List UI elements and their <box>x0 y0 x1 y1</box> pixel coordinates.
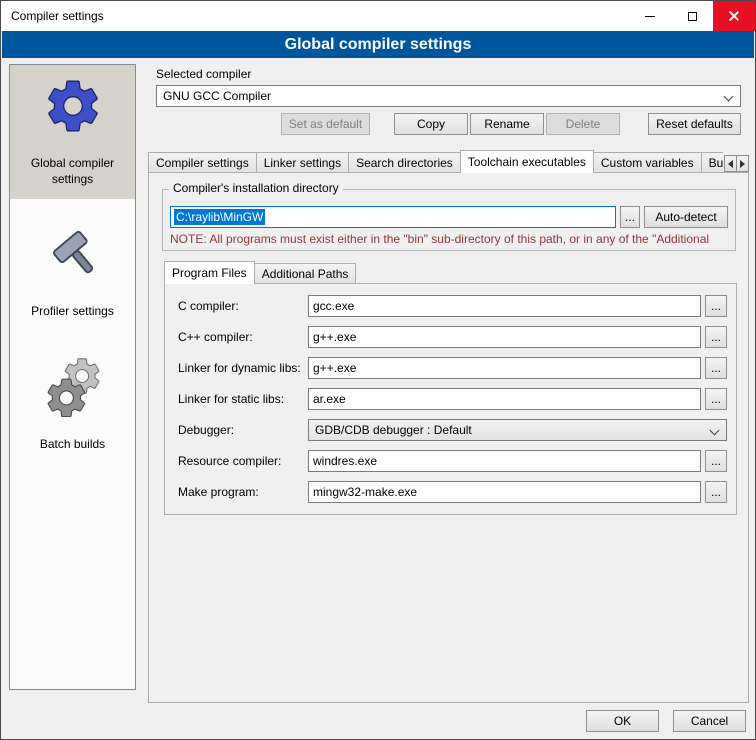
main-content: Selected compiler GNU GCC Compiler Set a… <box>148 63 749 703</box>
c-compiler-label: C compiler: <box>178 299 308 313</box>
delete-button[interactable]: Delete <box>546 113 620 135</box>
tab-toolchain-executables[interactable]: Toolchain executables <box>460 150 594 173</box>
installation-directory-browse-button[interactable]: ... <box>620 206 640 228</box>
selected-compiler-dropdown[interactable]: GNU GCC Compiler <box>156 85 741 107</box>
ok-button[interactable]: OK <box>586 710 659 732</box>
installation-directory-input[interactable]: C:\raylib\MinGW <box>170 206 616 228</box>
minimize-icon <box>645 16 655 17</box>
maximize-icon <box>688 12 697 21</box>
tab-program-files[interactable]: Program Files <box>164 261 255 284</box>
cpp-compiler-browse-button[interactable]: ... <box>705 326 727 348</box>
make-program-value: mingw32-make.exe <box>313 485 417 499</box>
resource-compiler-value: windres.exe <box>313 454 377 468</box>
sidebar-item-profiler-settings[interactable]: Profiler settings <box>10 213 135 331</box>
debugger-row: Debugger: GDB/CDB debugger : Default <box>178 419 727 441</box>
c-compiler-browse-button[interactable]: ... <box>705 295 727 317</box>
tab-compiler-settings[interactable]: Compiler settings <box>148 152 257 173</box>
sidebar-item-label: Batch builds <box>40 436 105 452</box>
page-title: Global compiler settings <box>285 36 472 54</box>
installation-directory-row: C:\raylib\MinGW ... Auto-detect <box>170 206 728 228</box>
close-icon <box>728 10 740 22</box>
cancel-button[interactable]: Cancel <box>673 710 746 732</box>
c-compiler-value: gcc.exe <box>313 299 354 313</box>
blue-gear-icon <box>40 73 106 139</box>
cpp-compiler-label: C++ compiler: <box>178 330 308 344</box>
chevron-down-icon <box>724 92 734 102</box>
sidebar: Global compiler settings Profiler settin… <box>9 64 136 690</box>
dynamic-linker-row: Linker for dynamic libs: g++.exe ... <box>178 357 727 379</box>
installation-directory-caption: Compiler's installation directory <box>169 181 343 195</box>
maximize-button[interactable] <box>671 1 713 31</box>
selected-compiler-value: GNU GCC Compiler <box>163 89 271 103</box>
resource-compiler-input[interactable]: windres.exe <box>308 450 701 472</box>
arrow-left-icon <box>728 160 733 168</box>
bin-subdirectory-note: NOTE: All programs must exist either in … <box>170 232 734 246</box>
debugger-dropdown[interactable]: GDB/CDB debugger : Default <box>308 419 727 441</box>
make-program-browse-button[interactable]: ... <box>705 481 727 503</box>
make-program-row: Make program: mingw32-make.exe ... <box>178 481 727 503</box>
program-files-panel: C compiler: gcc.exe ... C++ compiler: g+… <box>164 283 737 515</box>
close-button[interactable] <box>713 1 755 31</box>
arrow-right-icon <box>740 160 745 168</box>
installation-directory-value: C:\raylib\MinGW <box>174 209 265 225</box>
resource-compiler-label: Resource compiler: <box>178 454 308 468</box>
dynamic-linker-input[interactable]: g++.exe <box>308 357 701 379</box>
static-linker-label: Linker for static libs: <box>178 392 308 406</box>
cpp-compiler-input[interactable]: g++.exe <box>308 326 701 348</box>
minimize-button[interactable] <box>629 1 671 31</box>
sidebar-item-batch-builds[interactable]: Batch builds <box>10 346 135 464</box>
caption-buttons <box>629 1 755 31</box>
compiler-settings-window: Compiler settings Global compiler settin… <box>0 0 756 740</box>
cpp-compiler-row: C++ compiler: g++.exe ... <box>178 326 727 348</box>
copy-button[interactable]: Copy <box>394 113 468 135</box>
hammer-icon <box>40 221 106 287</box>
tab-custom-variables[interactable]: Custom variables <box>593 152 702 173</box>
dynamic-linker-label: Linker for dynamic libs: <box>178 361 308 375</box>
compiler-actions: Set as default Copy Rename Delete Reset … <box>281 113 741 135</box>
reset-defaults-button[interactable]: Reset defaults <box>648 113 741 135</box>
static-linker-value: ar.exe <box>313 392 346 406</box>
window-title: Compiler settings <box>1 9 104 23</box>
dynamic-linker-browse-button[interactable]: ... <box>705 357 727 379</box>
cpp-compiler-value: g++.exe <box>313 330 356 344</box>
static-linker-input[interactable]: ar.exe <box>308 388 701 410</box>
dialog-header: Global compiler settings <box>2 31 754 58</box>
auto-detect-button[interactable]: Auto-detect <box>644 206 728 228</box>
tab-scroll-right-button[interactable] <box>736 155 749 172</box>
gray-gears-icon <box>40 354 106 420</box>
tab-linker-settings[interactable]: Linker settings <box>256 152 349 173</box>
static-linker-browse-button[interactable]: ... <box>705 388 727 410</box>
installation-directory-groupbox: Compiler's installation directory C:\ray… <box>162 189 736 251</box>
sidebar-item-label: Global compiler settings <box>13 155 132 187</box>
tab-search-directories[interactable]: Search directories <box>348 152 461 173</box>
resource-compiler-row: Resource compiler: windres.exe ... <box>178 450 727 472</box>
chevron-down-icon <box>710 426 720 436</box>
resource-compiler-browse-button[interactable]: ... <box>705 450 727 472</box>
rename-button[interactable]: Rename <box>470 113 544 135</box>
tab-build-options[interactable]: Buil <box>701 152 723 173</box>
c-compiler-row: C compiler: gcc.exe ... <box>178 295 727 317</box>
toolchain-executables-panel: Compiler's installation directory C:\ray… <box>148 172 749 703</box>
tab-scroll-arrows <box>725 155 749 172</box>
program-files-tabstrip: Program Files Additional Paths <box>164 261 355 284</box>
make-program-label: Make program: <box>178 485 308 499</box>
dynamic-linker-value: g++.exe <box>313 361 356 375</box>
tab-additional-paths[interactable]: Additional Paths <box>254 263 357 284</box>
debugger-value: GDB/CDB debugger : Default <box>315 423 472 437</box>
titlebar: Compiler settings <box>1 1 755 31</box>
sidebar-item-label: Profiler settings <box>31 303 114 319</box>
sidebar-item-global-compiler-settings[interactable]: Global compiler settings <box>10 65 135 199</box>
settings-tabstrip: Compiler settings Linker settings Search… <box>148 150 723 173</box>
set-as-default-button[interactable]: Set as default <box>281 113 370 135</box>
debugger-label: Debugger: <box>178 423 308 437</box>
c-compiler-input[interactable]: gcc.exe <box>308 295 701 317</box>
static-linker-row: Linker for static libs: ar.exe ... <box>178 388 727 410</box>
make-program-input[interactable]: mingw32-make.exe <box>308 481 701 503</box>
selected-compiler-label: Selected compiler <box>156 67 251 81</box>
